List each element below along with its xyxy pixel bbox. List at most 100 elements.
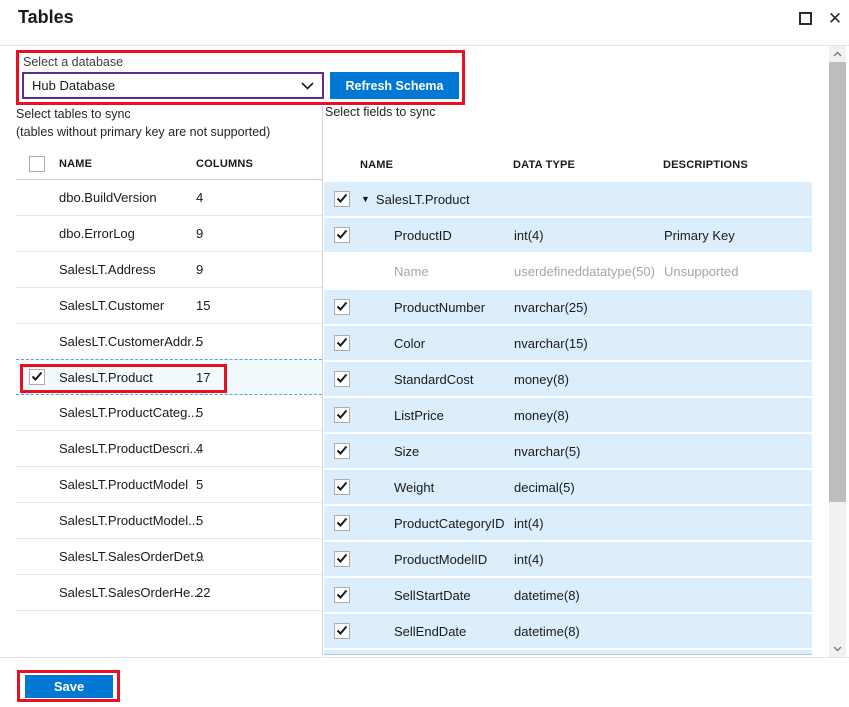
row-checkbox-checked[interactable] xyxy=(334,515,350,531)
table-row[interactable]: dbo.BuildVersion4 xyxy=(16,180,322,216)
field-row[interactable]: ProductModelIDint(4) xyxy=(324,542,812,576)
checkbox-placeholder xyxy=(29,226,45,242)
field-data-type: datetime(8) xyxy=(514,624,653,639)
table-row[interactable]: SalesLT.CustomerAddr...5 xyxy=(16,324,322,360)
fields-panel-label: Select fields to sync xyxy=(325,105,435,119)
field-name: ListPrice xyxy=(361,408,503,423)
fields-header-spacer xyxy=(333,157,349,173)
field-group-row[interactable]: ▼ SalesLT.Product xyxy=(324,182,812,216)
checkbox-placeholder xyxy=(29,513,45,529)
table-column-count: 17 xyxy=(196,370,322,385)
row-checkbox-checked[interactable] xyxy=(334,371,350,387)
checkbox-placeholder xyxy=(29,549,45,565)
triangle-down-icon[interactable]: ▼ xyxy=(361,195,370,204)
field-name: SalesLT.Product xyxy=(376,192,470,207)
field-name: Color xyxy=(361,336,503,351)
row-checkbox-checked[interactable] xyxy=(334,479,350,495)
scrollbar-thumb[interactable] xyxy=(829,62,846,502)
field-row[interactable]: Sizenvarchar(5) xyxy=(324,434,812,468)
checkbox-placeholder xyxy=(29,334,45,350)
table-row[interactable]: SalesLT.ProductCateg...5 xyxy=(16,395,322,431)
field-row[interactable]: Nameuserdefineddatatype(50)Unsupported xyxy=(324,254,812,288)
vertical-scrollbar[interactable] xyxy=(829,46,846,657)
row-checkbox-checked[interactable] xyxy=(334,299,350,315)
page-title: Tables xyxy=(18,7,74,28)
fields-list: ▼SalesLT.ProductProductIDint(4)Primary K… xyxy=(324,182,812,655)
select-all-checkbox[interactable] xyxy=(29,156,45,172)
row-checkbox-checked[interactable] xyxy=(334,191,350,207)
field-name: Size xyxy=(361,444,503,459)
row-checkbox-checked[interactable] xyxy=(334,587,350,603)
row-checkbox-checked[interactable] xyxy=(334,551,350,567)
table-row[interactable]: SalesLT.ProductDescri... 4 xyxy=(16,431,322,467)
field-row[interactable]: StandardCost money(8) xyxy=(324,362,812,396)
row-checkbox-checked[interactable] xyxy=(334,335,350,351)
table-row[interactable]: SalesLT.ProductModel...5 xyxy=(16,503,322,539)
field-row[interactable]: ProductIDint(4)Primary Key xyxy=(324,218,812,252)
field-name: SellStartDate xyxy=(361,588,503,603)
field-row[interactable]: Weight decimal(5) xyxy=(324,470,812,504)
field-name: StandardCost xyxy=(361,372,503,387)
fields-header-row: NAME DATA TYPE DESCRIPTIONS xyxy=(323,148,812,181)
field-name: ProductID xyxy=(361,228,503,243)
scroll-up-icon[interactable] xyxy=(829,46,846,62)
check-icon xyxy=(336,192,348,207)
check-icon xyxy=(336,444,348,459)
table-column-count: 4 xyxy=(196,441,322,456)
table-name: dbo.BuildVersion xyxy=(59,190,182,205)
field-data-type: userdefineddatatype(50) xyxy=(514,264,653,279)
titlebar-divider xyxy=(0,45,849,46)
table-row[interactable]: SalesLT.Product17 xyxy=(16,359,322,395)
table-column-count: 5 xyxy=(196,513,322,528)
fields-header-datatype: DATA TYPE xyxy=(513,159,652,171)
check-icon xyxy=(336,516,348,531)
table-row[interactable]: SalesLT.SalesOrderDet...9 xyxy=(16,539,322,575)
table-name: SalesLT.ProductModel xyxy=(59,477,182,492)
field-name: ProductNumber xyxy=(361,300,503,315)
table-column-count: 5 xyxy=(196,477,322,492)
field-row[interactable]: SellEndDatedatetime(8) xyxy=(324,614,812,648)
refresh-schema-button[interactable]: Refresh Schema xyxy=(330,72,459,99)
row-checkbox-checked[interactable] xyxy=(334,407,350,423)
table-row[interactable]: SalesLT.ProductModel 5 xyxy=(16,467,322,503)
table-row[interactable]: SalesLT.Customer15 xyxy=(16,288,322,324)
checkbox-placeholder xyxy=(29,298,45,314)
row-checkbox-checked[interactable] xyxy=(334,623,350,639)
field-row[interactable]: ProductNumbernvarchar(25) xyxy=(324,290,812,324)
table-column-count: 22 xyxy=(196,585,322,600)
row-checkbox-checked[interactable] xyxy=(29,369,45,385)
maximize-button[interactable] xyxy=(796,9,814,27)
row-checkbox-checked[interactable] xyxy=(334,227,350,243)
field-row[interactable]: ProductCategoryID int(4) xyxy=(324,506,812,540)
tables-panel-label: Select tables to sync (tables without pr… xyxy=(16,105,270,141)
panel-divider xyxy=(322,106,323,657)
row-checkbox-checked[interactable] xyxy=(334,443,350,459)
field-row[interactable]: Colornvarchar(15) xyxy=(324,326,812,360)
table-name: SalesLT.ProductDescri... xyxy=(59,441,182,456)
table-row[interactable]: SalesLT.SalesOrderHe... 22 xyxy=(16,575,322,611)
field-data-type: int(4) xyxy=(514,228,653,243)
checkbox-placeholder xyxy=(29,441,45,457)
field-data-type: decimal(5) xyxy=(514,480,653,495)
table-name: SalesLT.SalesOrderHe... xyxy=(59,585,182,600)
database-dropdown-value: Hub Database xyxy=(32,78,301,93)
field-name: ProductCategoryID xyxy=(361,516,503,531)
field-data-type: money(8) xyxy=(514,372,653,387)
table-row[interactable]: dbo.ErrorLog9 xyxy=(16,216,322,252)
table-name: SalesLT.Address xyxy=(59,262,182,277)
field-row[interactable]: ListPricemoney(8) xyxy=(324,398,812,432)
table-row[interactable]: SalesLT.Address9 xyxy=(16,252,322,288)
field-data-type: int(4) xyxy=(514,516,653,531)
tables-list: dbo.BuildVersion4dbo.ErrorLog9SalesLT.Ad… xyxy=(16,180,322,611)
fields-header-name: NAME xyxy=(360,159,502,171)
scroll-down-icon[interactable] xyxy=(829,641,846,657)
database-dropdown[interactable]: Hub Database xyxy=(22,72,324,99)
field-row[interactable]: SellStartDatedatetime(8) xyxy=(324,578,812,612)
check-icon xyxy=(336,300,348,315)
save-button[interactable]: Save xyxy=(25,675,113,698)
close-button[interactable]: ✕ xyxy=(826,9,844,27)
check-icon xyxy=(336,408,348,423)
checkbox-placeholder xyxy=(29,405,45,421)
chevron-down-icon xyxy=(301,78,314,93)
field-name: Weight xyxy=(361,480,503,495)
